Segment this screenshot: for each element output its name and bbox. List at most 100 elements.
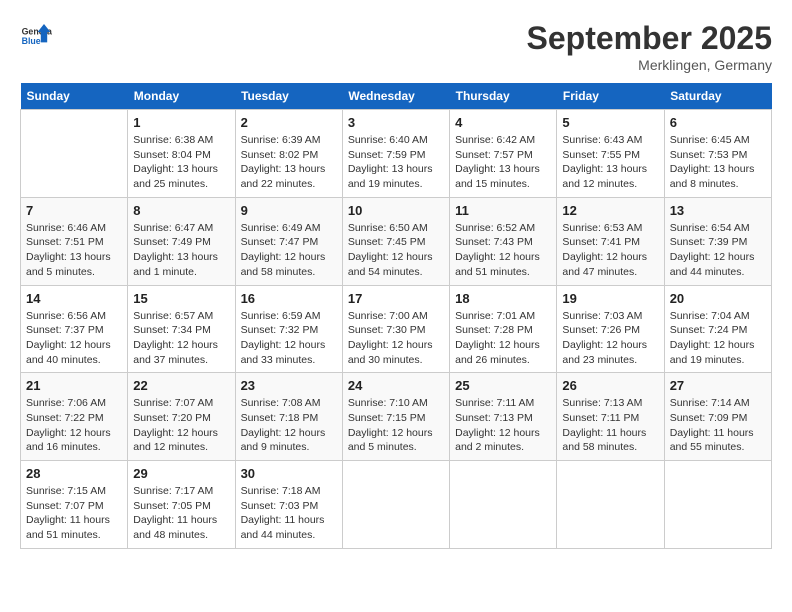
calendar-cell: 4 Sunrise: 6:42 AMSunset: 7:57 PMDaylight… <box>450 110 557 198</box>
calendar-cell: 16 Sunrise: 6:59 AMSunset: 7:32 PMDayligh… <box>235 285 342 373</box>
day-info: Sunrise: 6:56 AMSunset: 7:37 PMDaylight:… <box>26 309 122 368</box>
calendar-cell: 14 Sunrise: 6:56 AMSunset: 7:37 PMDayligh… <box>21 285 128 373</box>
page-header: General Blue September 2025 Merklingen, … <box>20 20 772 73</box>
calendar-cell: 9 Sunrise: 6:49 AMSunset: 7:47 PMDaylight… <box>235 197 342 285</box>
calendar-cell: 21Sunrise: 7:06 AMSunset: 7:22 PMDayligh… <box>21 373 128 461</box>
day-info: Sunrise: 7:10 AMSunset: 7:15 PMDaylight:… <box>348 396 444 455</box>
calendar-cell: 20Sunrise: 7:04 AMSunset: 7:24 PMDayligh… <box>664 285 771 373</box>
day-number: 9 <box>241 203 337 218</box>
calendar-cell <box>21 110 128 198</box>
day-info: Sunrise: 6:49 AMSunset: 7:47 PMDaylight:… <box>241 221 337 280</box>
day-number: 30 <box>241 466 337 481</box>
calendar-cell: 6 Sunrise: 6:45 AMSunset: 7:53 PMDaylight… <box>664 110 771 198</box>
calendar-cell <box>342 461 449 549</box>
day-info: Sunrise: 6:52 AMSunset: 7:43 PMDaylight:… <box>455 221 551 280</box>
day-number: 28 <box>26 466 122 481</box>
day-info: Sunrise: 6:42 AMSunset: 7:57 PMDaylight:… <box>455 133 551 192</box>
weekday-header-wednesday: Wednesday <box>342 83 449 110</box>
day-number: 14 <box>26 291 122 306</box>
day-number: 26 <box>562 378 658 393</box>
calendar-cell: 15 Sunrise: 6:57 AMSunset: 7:34 PMDayligh… <box>128 285 235 373</box>
day-info: Sunrise: 6:50 AMSunset: 7:45 PMDaylight:… <box>348 221 444 280</box>
day-info: Sunrise: 7:07 AMSunset: 7:20 PMDaylight:… <box>133 396 229 455</box>
calendar-cell: 5 Sunrise: 6:43 AMSunset: 7:55 PMDaylight… <box>557 110 664 198</box>
calendar-cell: 25 Sunrise: 7:11 AMSunset: 7:13 PMDayligh… <box>450 373 557 461</box>
logo: General Blue <box>20 20 52 52</box>
calendar-cell: 17Sunrise: 7:00 AMSunset: 7:30 PMDayligh… <box>342 285 449 373</box>
day-info: Sunrise: 6:47 AMSunset: 7:49 PMDaylight:… <box>133 221 229 280</box>
calendar-cell: 18 Sunrise: 7:01 AMSunset: 7:28 PMDayligh… <box>450 285 557 373</box>
day-info: Sunrise: 7:18 AMSunset: 7:03 PMDaylight:… <box>241 484 337 543</box>
day-info: Sunrise: 7:17 AMSunset: 7:05 PMDaylight:… <box>133 484 229 543</box>
calendar-cell: 3Sunrise: 6:40 AMSunset: 7:59 PMDaylight… <box>342 110 449 198</box>
weekday-header-sunday: Sunday <box>21 83 128 110</box>
day-info: Sunrise: 7:01 AMSunset: 7:28 PMDaylight:… <box>455 309 551 368</box>
calendar-cell: 19 Sunrise: 7:03 AMSunset: 7:26 PMDayligh… <box>557 285 664 373</box>
day-info: Sunrise: 6:53 AMSunset: 7:41 PMDaylight:… <box>562 221 658 280</box>
day-number: 25 <box>455 378 551 393</box>
weekday-header-friday: Friday <box>557 83 664 110</box>
day-number: 11 <box>455 203 551 218</box>
day-number: 23 <box>241 378 337 393</box>
calendar-cell <box>664 461 771 549</box>
day-number: 17 <box>348 291 444 306</box>
day-number: 4 <box>455 115 551 130</box>
calendar-cell: 12Sunrise: 6:53 AMSunset: 7:41 PMDayligh… <box>557 197 664 285</box>
calendar-cell: 10Sunrise: 6:50 AMSunset: 7:45 PMDayligh… <box>342 197 449 285</box>
weekday-header-tuesday: Tuesday <box>235 83 342 110</box>
day-number: 16 <box>241 291 337 306</box>
day-info: Sunrise: 7:11 AMSunset: 7:13 PMDaylight:… <box>455 396 551 455</box>
calendar-cell: 23 Sunrise: 7:08 AMSunset: 7:18 PMDayligh… <box>235 373 342 461</box>
day-info: Sunrise: 6:57 AMSunset: 7:34 PMDaylight:… <box>133 309 229 368</box>
week-row-4: 21Sunrise: 7:06 AMSunset: 7:22 PMDayligh… <box>21 373 772 461</box>
week-row-5: 28Sunrise: 7:15 AMSunset: 7:07 PMDayligh… <box>21 461 772 549</box>
day-number: 24 <box>348 378 444 393</box>
day-info: Sunrise: 6:43 AMSunset: 7:55 PMDaylight:… <box>562 133 658 192</box>
calendar-cell: 28Sunrise: 7:15 AMSunset: 7:07 PMDayligh… <box>21 461 128 549</box>
day-number: 15 <box>133 291 229 306</box>
day-info: Sunrise: 6:40 AMSunset: 7:59 PMDaylight:… <box>348 133 444 192</box>
day-info: Sunrise: 7:06 AMSunset: 7:22 PMDaylight:… <box>26 396 122 455</box>
calendar-cell: 27Sunrise: 7:14 AMSunset: 7:09 PMDayligh… <box>664 373 771 461</box>
weekday-header-saturday: Saturday <box>664 83 771 110</box>
day-info: Sunrise: 7:03 AMSunset: 7:26 PMDaylight:… <box>562 309 658 368</box>
day-info: Sunrise: 7:08 AMSunset: 7:18 PMDaylight:… <box>241 396 337 455</box>
calendar-cell: 26 Sunrise: 7:13 AMSunset: 7:11 PMDayligh… <box>557 373 664 461</box>
week-row-3: 14 Sunrise: 6:56 AMSunset: 7:37 PMDayligh… <box>21 285 772 373</box>
day-info: Sunrise: 6:45 AMSunset: 7:53 PMDaylight:… <box>670 133 766 192</box>
title-block: September 2025 Merklingen, Germany <box>527 20 772 73</box>
calendar-cell <box>557 461 664 549</box>
day-number: 6 <box>670 115 766 130</box>
day-info: Sunrise: 6:46 AMSunset: 7:51 PMDaylight:… <box>26 221 122 280</box>
day-info: Sunrise: 6:39 AMSunset: 8:02 PMDaylight:… <box>241 133 337 192</box>
logo-icon: General Blue <box>20 20 52 52</box>
calendar-cell: 8 Sunrise: 6:47 AMSunset: 7:49 PMDaylight… <box>128 197 235 285</box>
day-info: Sunrise: 6:38 AMSunset: 8:04 PMDaylight:… <box>133 133 229 192</box>
svg-text:Blue: Blue <box>22 36 41 46</box>
day-info: Sunrise: 6:54 AMSunset: 7:39 PMDaylight:… <box>670 221 766 280</box>
day-number: 5 <box>562 115 658 130</box>
week-row-2: 7 Sunrise: 6:46 AMSunset: 7:51 PMDaylight… <box>21 197 772 285</box>
weekday-header-row: SundayMondayTuesdayWednesdayThursdayFrid… <box>21 83 772 110</box>
day-number: 18 <box>455 291 551 306</box>
week-row-1: 1 Sunrise: 6:38 AMSunset: 8:04 PMDaylight… <box>21 110 772 198</box>
calendar-cell: 1 Sunrise: 6:38 AMSunset: 8:04 PMDaylight… <box>128 110 235 198</box>
day-number: 7 <box>26 203 122 218</box>
day-info: Sunrise: 6:59 AMSunset: 7:32 PMDaylight:… <box>241 309 337 368</box>
day-number: 29 <box>133 466 229 481</box>
calendar-cell: 11 Sunrise: 6:52 AMSunset: 7:43 PMDayligh… <box>450 197 557 285</box>
day-number: 19 <box>562 291 658 306</box>
day-info: Sunrise: 7:13 AMSunset: 7:11 PMDaylight:… <box>562 396 658 455</box>
day-number: 1 <box>133 115 229 130</box>
day-number: 8 <box>133 203 229 218</box>
calendar-cell: 13 Sunrise: 6:54 AMSunset: 7:39 PMDayligh… <box>664 197 771 285</box>
calendar-cell: 24 Sunrise: 7:10 AMSunset: 7:15 PMDayligh… <box>342 373 449 461</box>
day-number: 13 <box>670 203 766 218</box>
day-info: Sunrise: 7:14 AMSunset: 7:09 PMDaylight:… <box>670 396 766 455</box>
calendar-cell: 30 Sunrise: 7:18 AMSunset: 7:03 PMDayligh… <box>235 461 342 549</box>
weekday-header-thursday: Thursday <box>450 83 557 110</box>
day-number: 2 <box>241 115 337 130</box>
month-title: September 2025 <box>527 20 772 57</box>
calendar-cell: 2 Sunrise: 6:39 AMSunset: 8:02 PMDaylight… <box>235 110 342 198</box>
calendar-cell <box>450 461 557 549</box>
